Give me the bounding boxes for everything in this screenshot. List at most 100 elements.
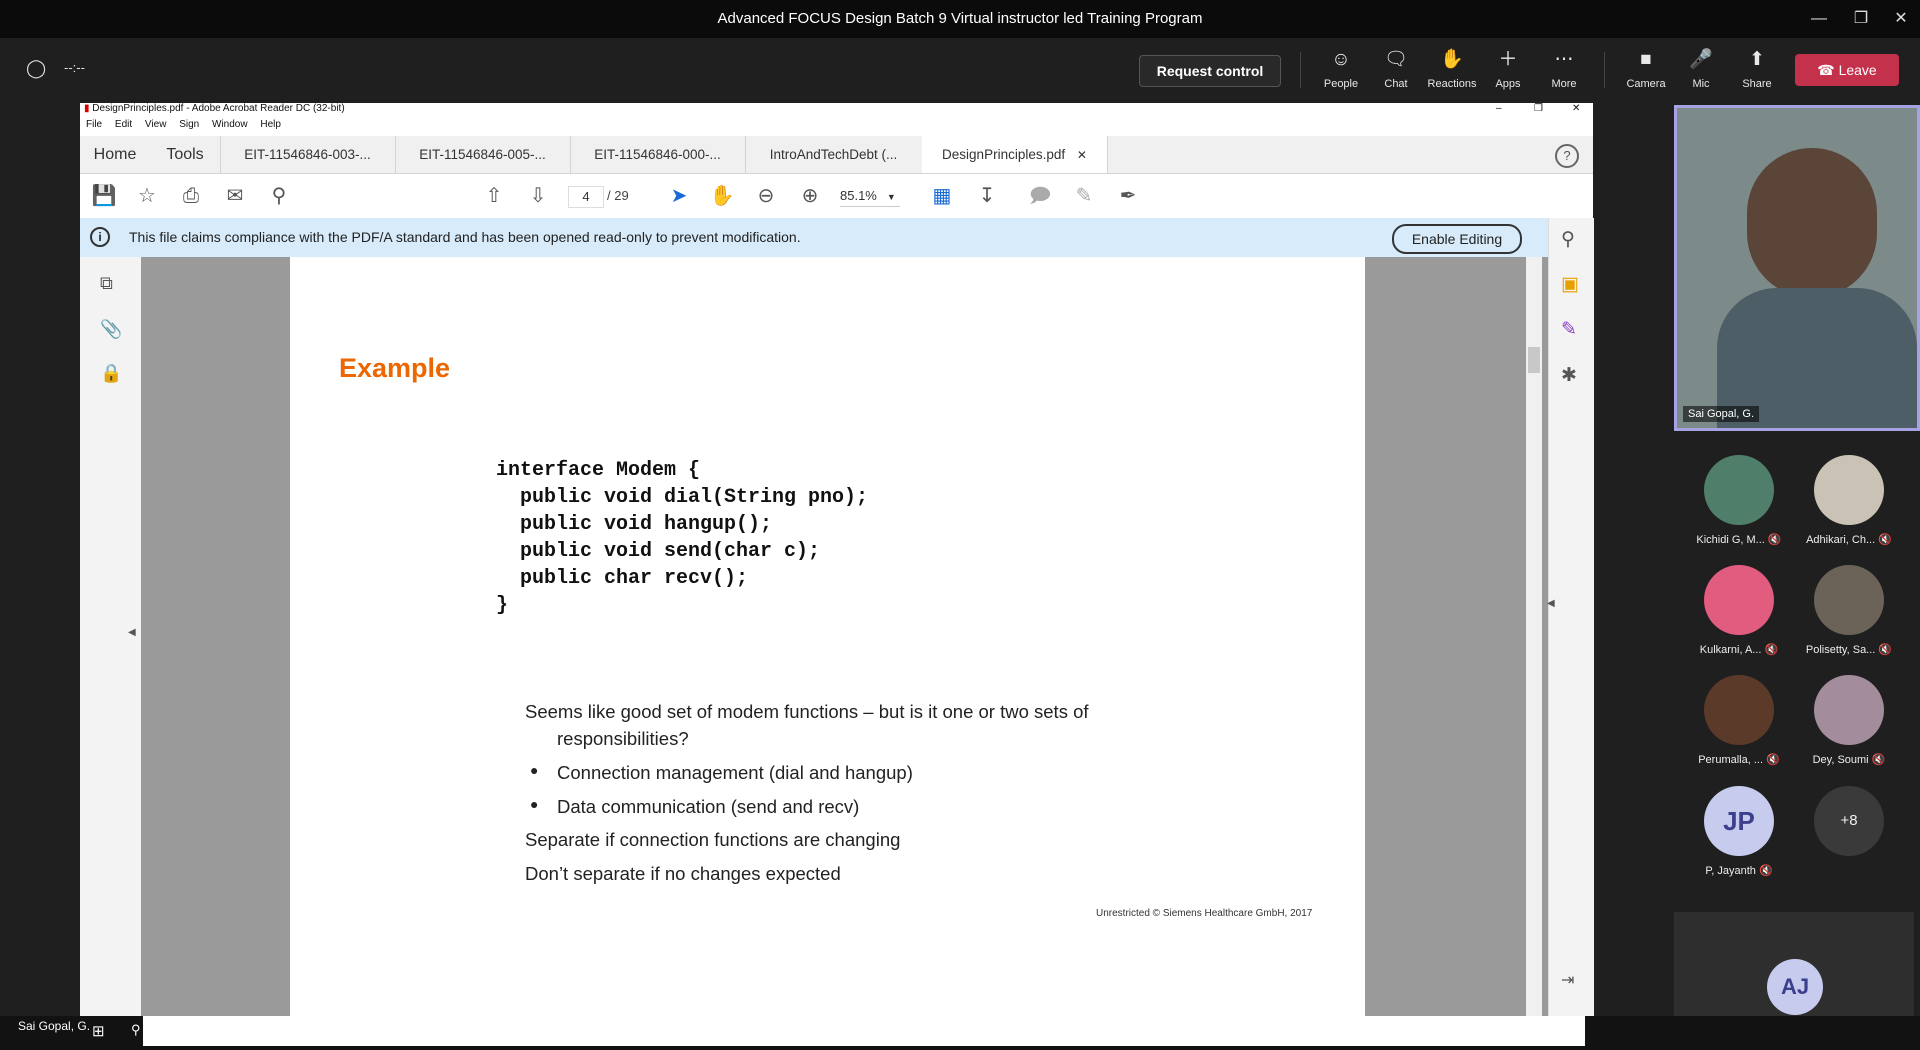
participant-tile[interactable]: Kulkarni, A... 🔇 [1684,565,1794,656]
question-line-2: responsibilities? [557,728,689,749]
menu-view[interactable]: View [145,119,167,130]
slide-footer: Unrestricted © Siemens Healthcare GmbH, … [1096,908,1313,919]
more-participants-button[interactable]: +8 [1794,786,1904,856]
zoom-in-icon[interactable]: ⊕ [796,184,824,208]
close-icon[interactable]: ✕ [1886,6,1916,32]
chevron-down-icon: ▼ [886,192,896,202]
tab-doc-3[interactable]: EIT-11546846-000-... [570,136,746,173]
tab-doc-1[interactable]: EIT-11546846-003-... [220,136,396,173]
select-arrow-icon[interactable]: ➤ [665,184,693,208]
leave-button[interactable]: ☎ Leave [1795,54,1899,86]
zoom-out-icon[interactable]: ⊖ [752,184,780,208]
search-icon: ⚲ [131,1022,141,1037]
zoom-search-icon[interactable]: ⚲ [265,184,293,208]
acrobat-title-bar: ▮ DesignPrinciples.pdf - Adobe Acrobat R… [80,103,1593,119]
menu-help[interactable]: Help [260,119,281,130]
share-button[interactable]: ⬆ Share [1729,48,1785,90]
acrobat-close-icon[interactable]: ✕ [1572,103,1580,114]
reactions-button[interactable]: ✋ Reactions [1424,48,1480,90]
share-icon: ⬆ [1749,49,1765,70]
mic-off-icon: 🔇 [1758,865,1773,877]
acrobat-restore-icon[interactable]: ❐ [1534,103,1543,114]
tab-doc-2[interactable]: EIT-11546846-005-... [395,136,571,173]
people-button[interactable]: ☺ People [1313,48,1369,90]
request-control-button[interactable]: Request control [1139,55,1281,87]
participant-tile[interactable]: JP P, Jayanth 🔇 [1684,786,1794,877]
highlight-pen-icon[interactable]: ✎ [1070,184,1098,208]
info-icon: i [90,227,110,247]
minimize-icon[interactable]: — [1804,6,1834,32]
hand-tool-icon[interactable]: ✋ [708,184,736,208]
mic-off-icon: 🔇 [1878,644,1893,656]
scrollbar-thumb[interactable] [1528,347,1540,373]
acrobat-minimize-icon[interactable]: – [1496,103,1502,114]
mic-off-icon: 🔇 [1764,644,1779,656]
collapse-left-icon[interactable]: ◀ [128,627,136,638]
banner-text: This file claims compliance with the PDF… [129,229,801,245]
save-icon[interactable]: 💾 [90,184,118,208]
layers-lock-icon[interactable]: 🔒 [100,363,122,384]
camera-button[interactable]: ■ Camera [1618,48,1674,90]
menu-sign[interactable]: Sign [179,119,199,130]
zoom-level-select[interactable]: 85.1% ▼ [840,186,900,207]
tab-doc-4[interactable]: IntroAndTechDebt (... [745,136,923,173]
tab-doc-active[interactable]: DesignPrinciples.pdf ✕ [922,136,1108,173]
email-icon[interactable]: ✉ [221,184,249,208]
next-page-icon[interactable]: ⇩ [524,184,552,208]
participant-tile[interactable]: Adhikari, Ch... 🔇 [1794,455,1904,546]
print-icon[interactable]: ⎙ [177,184,205,208]
search-icon[interactable]: ⚲ [1561,228,1575,251]
sign-icon[interactable]: ✒ [1114,184,1142,208]
question-line-1: Seems like good set of modem functions –… [525,701,1089,722]
taskbar-search-box: ⚲ [131,1016,1585,1046]
tab-tools[interactable]: Tools [150,136,221,173]
chat-icon: 🗨 [1383,49,1409,70]
chat-button[interactable]: 🗨 Chat [1368,48,1424,90]
page-thumbnails-icon[interactable]: ⧉ [100,273,113,294]
help-icon[interactable]: ? [1555,144,1579,168]
attachments-icon[interactable]: 📎 [100,319,122,340]
vertical-scrollbar[interactable] [1526,257,1542,1016]
meeting-title: Advanced FOCUS Design Batch 9 Virtual in… [717,10,1203,27]
collapse-right-icon[interactable]: ◀ [1547,598,1555,609]
participant-tile[interactable]: Perumalla, ... 🔇 [1684,675,1794,766]
mic-off-icon: 🔇 [1878,534,1892,546]
menu-file[interactable]: File [86,119,102,130]
apps-button[interactable]: ＋ Apps [1480,48,1536,90]
menu-edit[interactable]: Edit [115,119,132,130]
comment-icon[interactable]: 🗩 [1026,184,1054,208]
restore-icon[interactable]: ❐ [1846,6,1876,32]
acrobat-title: DesignPrinciples.pdf - Adobe Acrobat Rea… [92,103,345,114]
fit-page-icon[interactable]: ▦ [928,184,956,208]
phone-icon: ☎ [1817,62,1839,78]
scroll-mode-icon[interactable]: ↧ [973,184,1001,208]
reactions-icon: ✋ [1440,49,1464,70]
page-number-input[interactable]: 4 [568,186,604,208]
avatar [1704,675,1774,745]
meeting-timer: --:-- [64,60,85,75]
expand-pane-icon[interactable]: ⇥ [1561,970,1574,990]
left-navigation-pane: ⧉ 📎 🔒 ◀ [80,257,142,1016]
previous-page-icon[interactable]: ⇧ [480,184,508,208]
fill-sign-icon[interactable]: ✎ [1561,318,1577,341]
mic-button[interactable]: 🎤 Mic [1673,48,1729,90]
more-tools-icon[interactable]: ✱ [1561,364,1577,387]
menu-window[interactable]: Window [212,119,248,130]
bookmark-star-icon[interactable]: ☆ [133,184,161,208]
participant-tile[interactable]: Kichidi G, M... 🔇 [1684,455,1794,546]
bullet-data: Data communication (send and recv) [557,796,860,817]
participant-tile[interactable]: Dey, Soumi 🔇 [1794,675,1904,766]
mic-off-icon: 🔇 [1766,754,1780,766]
document-viewport: Example interface Modem { public void di… [141,257,1587,1016]
close-tab-icon[interactable]: ✕ [1077,148,1087,162]
tab-home[interactable]: Home [80,136,150,173]
enable-editing-button[interactable]: Enable Editing [1392,224,1522,254]
separate-line: Separate if connection functions are cha… [525,829,901,850]
bullet-icon: ● [530,796,539,812]
acrobat-window: ▮ DesignPrinciples.pdf - Adobe Acrobat R… [80,103,1594,1016]
comment-pane-icon[interactable]: ▣ [1561,273,1579,296]
more-button[interactable]: ⋯ More [1536,48,1592,90]
avatar: AJ [1767,959,1823,1015]
self-video-tile[interactable]: Sai Gopal, G. [1674,105,1920,431]
participant-tile[interactable]: Polisetty, Sa... 🔇 [1794,565,1904,656]
